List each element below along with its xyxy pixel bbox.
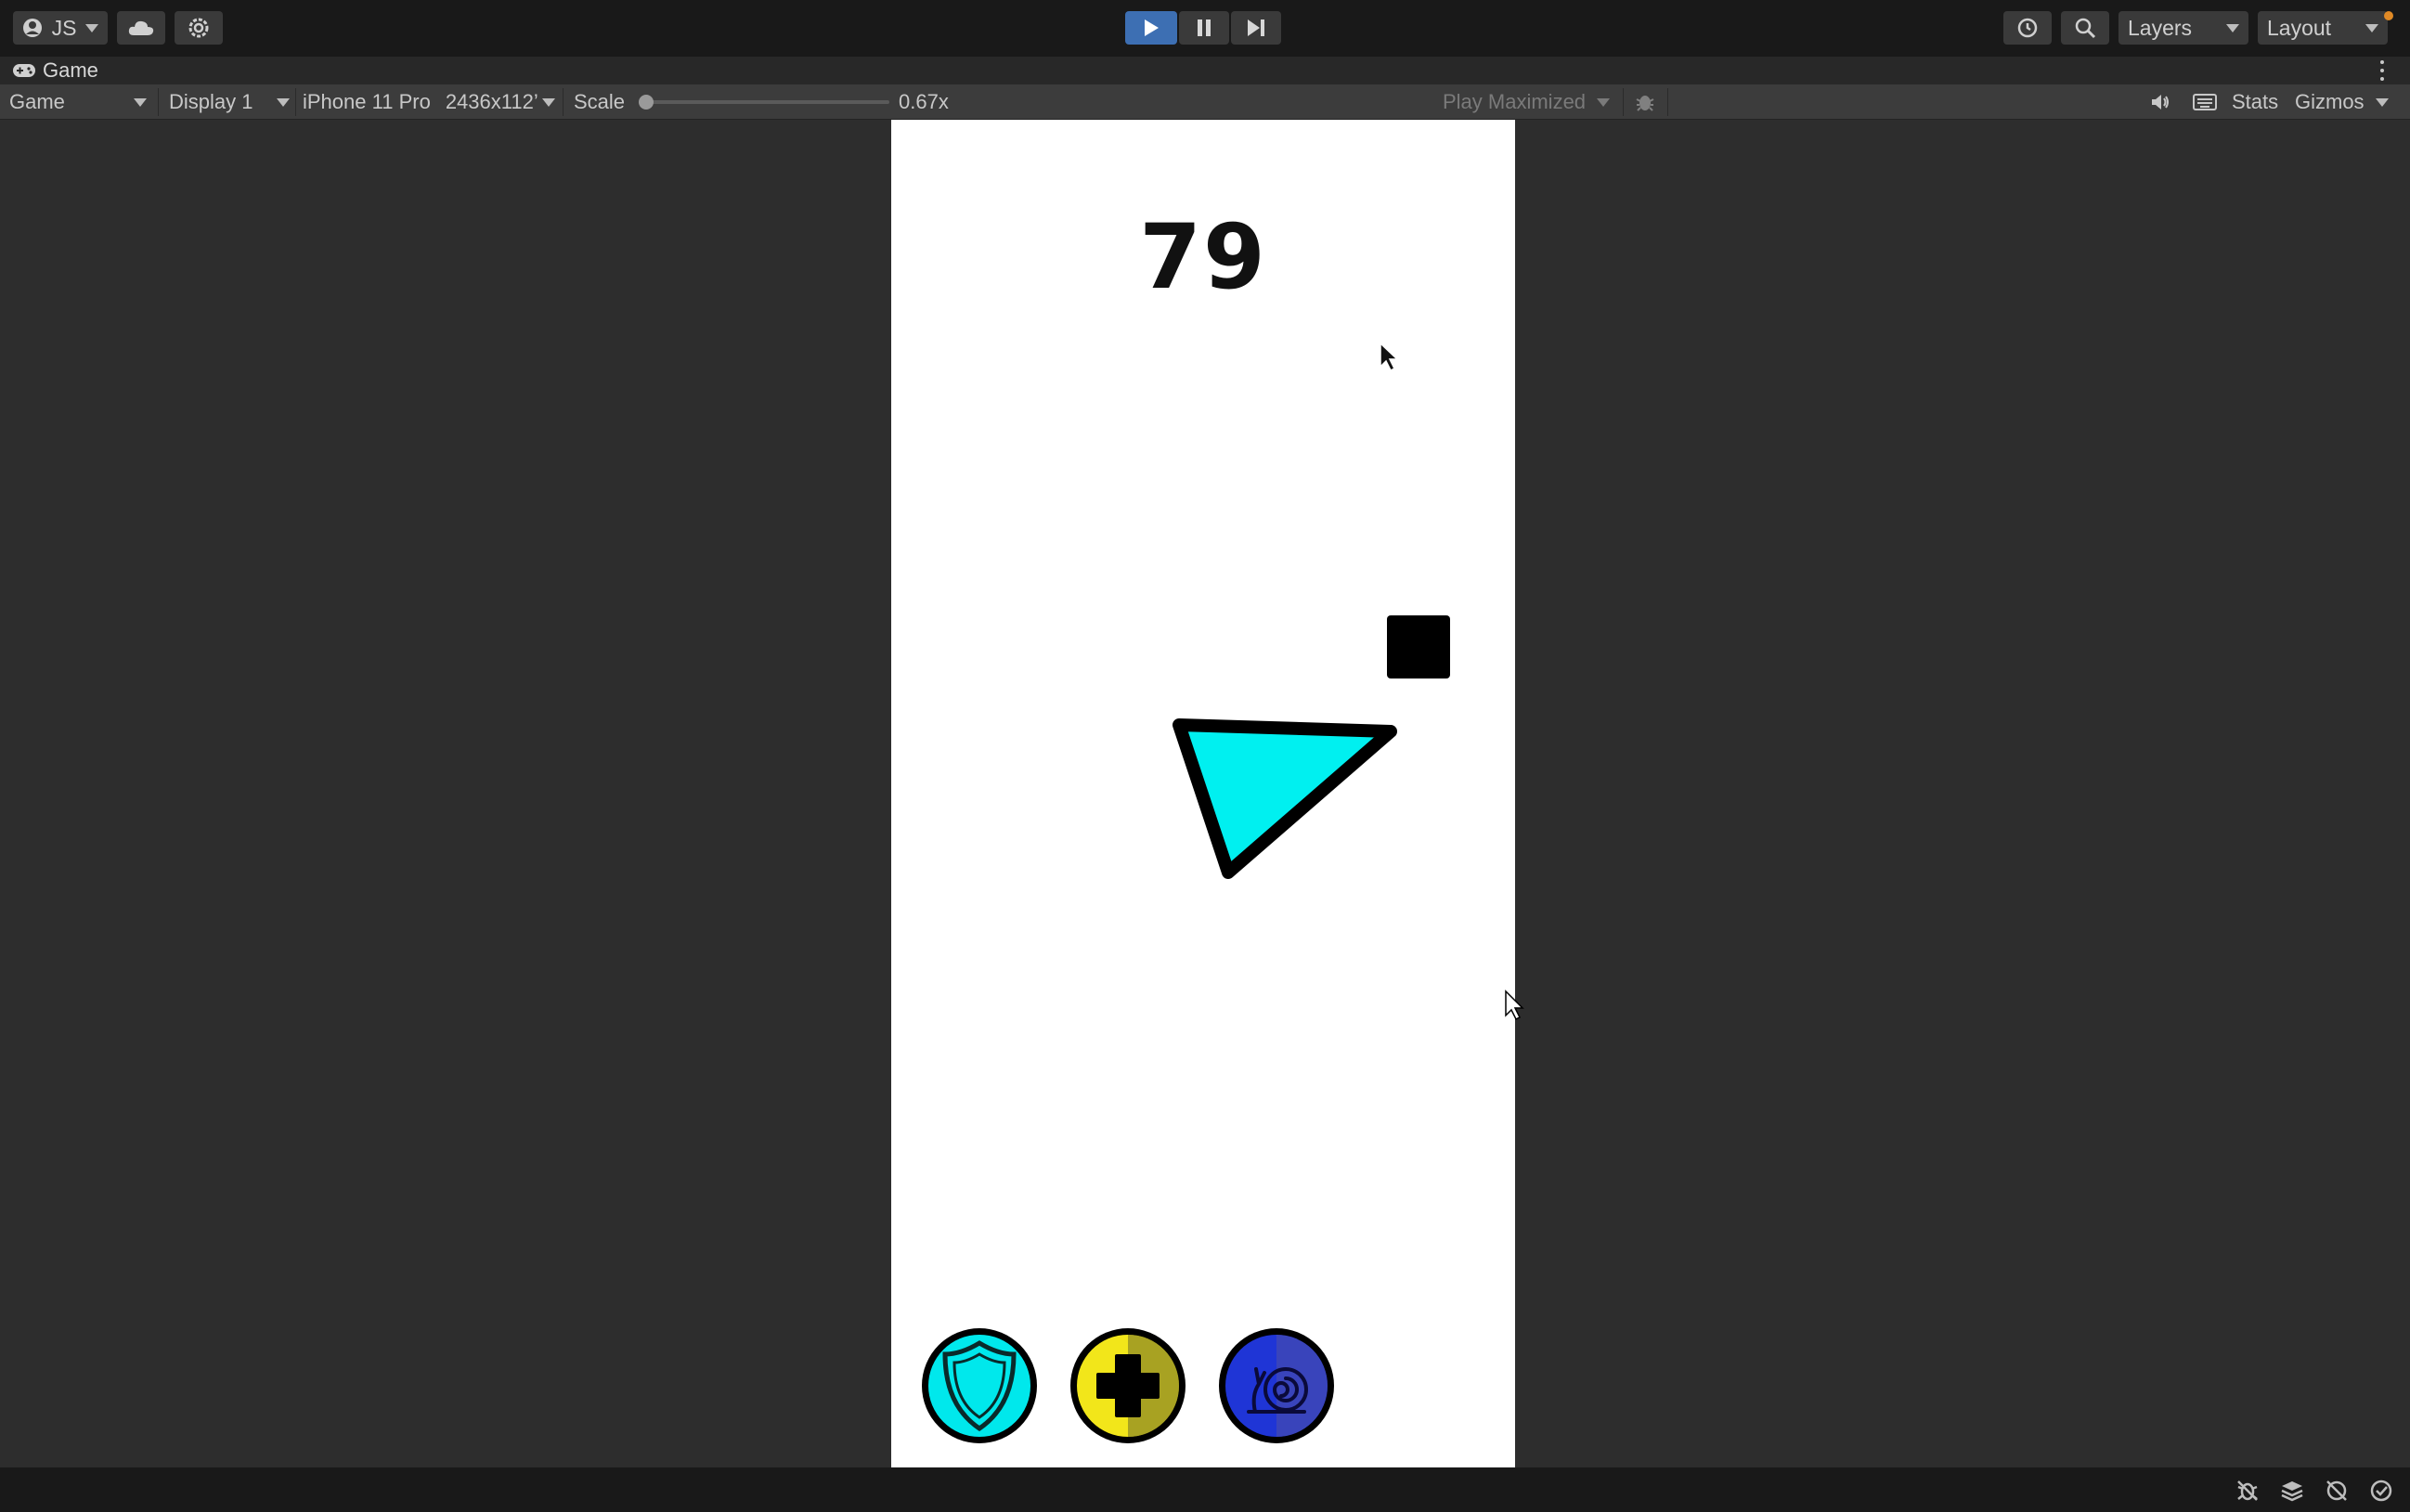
scale-slider[interactable] <box>639 95 889 110</box>
editor-top-bar: JS Layers Layout <box>0 0 2410 57</box>
chevron-down-icon <box>134 97 147 107</box>
check-circle-icon[interactable] <box>2369 1479 2393 1503</box>
powerup-health[interactable] <box>1070 1328 1186 1443</box>
gamepad-icon <box>13 64 35 77</box>
play-button[interactable] <box>1125 11 1177 45</box>
speaker-icon <box>2152 95 2169 110</box>
chevron-down-icon <box>277 97 290 107</box>
stack-icon[interactable] <box>2280 1479 2304 1503</box>
account-icon <box>22 19 42 37</box>
bug-icon[interactable] <box>2235 1479 2260 1503</box>
search-button[interactable] <box>2061 11 2109 45</box>
mouse-cursor-icon <box>1380 342 1399 372</box>
cloud-icon <box>128 20 154 35</box>
divider <box>1623 88 1624 116</box>
divider <box>1667 88 1668 116</box>
account-label: JS <box>51 15 77 40</box>
obstacle-square <box>1387 615 1450 678</box>
layout-dropdown[interactable]: Layout <box>2258 11 2388 45</box>
chevron-down-icon <box>2365 23 2378 32</box>
status-bar <box>0 1467 2410 1512</box>
pause-icon <box>1198 19 1211 36</box>
display-dropdown[interactable]: Display 1 <box>169 84 290 120</box>
undo-history-button[interactable] <box>2003 11 2052 45</box>
chevron-down-icon <box>2226 23 2239 32</box>
chevron-down-icon <box>85 23 99 32</box>
layers-label: Layers <box>2128 15 2193 40</box>
account-dropdown[interactable]: JS <box>13 11 108 45</box>
game-canvas <box>922 342 1450 1443</box>
view-mode-label: Game <box>9 90 65 113</box>
tab-bar: Game <box>0 57 2410 84</box>
step-button[interactable] <box>1231 11 1281 45</box>
game-view-toolbar: Game Display 1 iPhone 11 Pro 2436x112’ S… <box>0 84 2410 120</box>
step-icon <box>1248 19 1264 36</box>
powerup-shield[interactable] <box>922 1328 1037 1443</box>
divider <box>158 88 159 116</box>
divider <box>563 88 564 116</box>
layout-label: Layout <box>2267 15 2332 40</box>
device-label: iPhone 11 Pro <box>303 90 431 113</box>
history-icon <box>2017 18 2038 38</box>
chevron-down-icon <box>541 97 555 107</box>
display-label: Display 1 <box>169 90 253 113</box>
play-icon <box>1145 19 1159 36</box>
cloud-button[interactable] <box>117 11 165 45</box>
player-triangle <box>1173 718 1397 879</box>
notification-dot <box>2384 11 2393 20</box>
scale-value: 0.67x <box>899 90 949 113</box>
mouse-cursor-icon <box>1505 989 1524 1021</box>
search-icon <box>2075 18 2096 39</box>
resolution-dropdown[interactable]: iPhone 11 Pro 2436x112’ <box>303 84 559 120</box>
baking-icon[interactable] <box>2325 1479 2349 1503</box>
divider <box>295 88 296 116</box>
scale-slider-handle[interactable] <box>639 95 654 110</box>
pause-button[interactable] <box>1179 11 1229 45</box>
shortcuts-button[interactable] <box>2189 84 2221 120</box>
tab-menu-icon[interactable] <box>2377 60 2388 81</box>
bug-icon <box>1636 96 1654 111</box>
stats-button[interactable]: Stats <box>2232 84 2278 120</box>
tab-game-label: Game <box>43 58 98 82</box>
keyboard-icon <box>2193 94 2217 110</box>
scale-label: Scale <box>574 90 626 113</box>
layers-dropdown[interactable]: Layers <box>2118 11 2248 45</box>
gizmos-label: Gizmos <box>2295 90 2365 113</box>
frame-debugger-button[interactable] <box>1630 84 1660 120</box>
chevron-down-icon <box>2375 97 2389 107</box>
gear-icon <box>188 18 209 38</box>
resolution-label: 2436x112’ <box>445 90 538 113</box>
mute-audio-button[interactable] <box>2146 84 2174 120</box>
play-mode-label: Play Maximized <box>1443 90 1587 113</box>
chevron-down-icon <box>1597 97 1611 107</box>
collab-button[interactable] <box>175 11 223 45</box>
view-mode-dropdown[interactable]: Game <box>9 84 147 120</box>
powerup-slow[interactable] <box>1219 1328 1334 1443</box>
gizmos-dropdown[interactable]: Gizmos <box>2295 84 2401 120</box>
tab-game[interactable]: Game <box>13 57 98 84</box>
game-screen[interactable]: 79 <box>891 120 1515 1467</box>
play-mode-dropdown[interactable]: Play Maximized <box>1443 84 1619 120</box>
